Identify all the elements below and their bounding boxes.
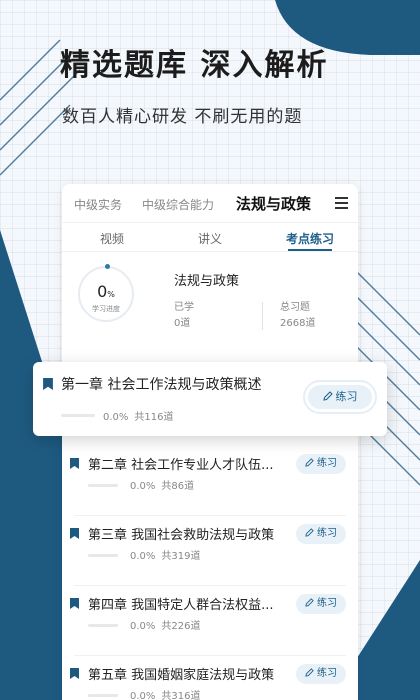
pencil-icon (305, 668, 314, 677)
chapter-meta: 0.0% 共319道 (130, 551, 201, 562)
progress-ring-dot (105, 264, 110, 269)
chapter-title: 第五章 我国婚姻家庭法规与政策 (88, 668, 275, 683)
pencil-icon (305, 528, 314, 537)
practice-button[interactable]: 练习 (296, 594, 346, 614)
practice-button[interactable]: 练习 (296, 454, 346, 474)
bookmark-icon (70, 528, 79, 539)
stats-panel: 0% 学习进度 法规与政策 已学 0道 总习题 2668道 (62, 252, 358, 340)
chapter-progress-bar (61, 414, 95, 417)
subline: 数百人精心研发 不刷无用的题 (62, 107, 303, 127)
chapter-meta: 0.0% 共226道 (130, 621, 201, 632)
tab-comprehensive[interactable]: 中级综合能力 (142, 196, 214, 213)
progress-value: 0% (97, 282, 115, 301)
subtab-video[interactable]: 视频 (100, 230, 124, 247)
bookmark-icon (70, 668, 79, 679)
list-item[interactable]: 第三章 我国社会救助法规与政策 0.0% 共319道 练习 (62, 516, 358, 586)
practice-button-ring: 练习 (303, 380, 377, 414)
bookmark-icon (70, 598, 79, 609)
highlighted-chapter[interactable]: 第一章 社会工作法规与政策概述 0.0% 共116道 练习 (33, 362, 387, 436)
course-tabs: 中级实务 中级综合能力 法规与政策 (62, 184, 358, 222)
pencil-icon (322, 391, 333, 401)
chapter-progress-bar (88, 484, 118, 487)
chapter-title: 第一章 社会工作法规与政策概述 (61, 377, 262, 393)
tab-practice[interactable]: 中级实务 (74, 196, 122, 213)
tab-laws-policies[interactable]: 法规与政策 (236, 193, 311, 214)
chapter-meta: 0.0% 共116道 (103, 412, 174, 423)
chapter-title: 第三章 我国社会救助法规与政策 (88, 528, 275, 543)
progress-ring: 0% 学习进度 (78, 264, 134, 322)
active-tab-indicator (288, 249, 332, 251)
chapter-title: 第四章 我国特定人群合法权益... (88, 598, 274, 613)
chapter-title: 第二章 社会工作专业人才队伍... (88, 458, 274, 473)
chapter-meta: 0.0% 共316道 (130, 691, 201, 700)
bookmark-icon (43, 378, 53, 390)
bookmark-icon (70, 458, 79, 469)
chapter-meta: 0.0% 共86道 (130, 481, 195, 492)
pencil-icon (305, 598, 314, 607)
practice-button[interactable]: 练习 (308, 385, 372, 409)
subject-title: 法规与政策 (174, 274, 240, 289)
subtabs: 视频 讲义 考点练习 (62, 222, 358, 252)
headline: 精选题库 深入解析 (60, 48, 329, 83)
list-item[interactable]: 第四章 我国特定人群合法权益... 0.0% 共226道 练习 (62, 586, 358, 656)
progress-label: 学习进度 (92, 305, 120, 313)
subtab-notes[interactable]: 讲义 (198, 230, 222, 247)
chapter-progress-bar (88, 554, 118, 557)
list-item[interactable]: 第五章 我国婚姻家庭法规与政策 0.0% 共316道 练习 (62, 656, 358, 700)
pencil-icon (305, 458, 314, 467)
subtab-exercise[interactable]: 考点练习 (286, 230, 334, 247)
chapter-progress-bar (88, 694, 118, 697)
total-stat: 总习题 2668道 (280, 302, 316, 329)
chapter-progress-bar (88, 624, 118, 627)
stat-divider (262, 302, 263, 330)
practice-button[interactable]: 练习 (296, 664, 346, 684)
practice-button[interactable]: 练习 (296, 524, 346, 544)
list-item[interactable]: 第二章 社会工作专业人才队伍... 0.0% 共86道 练习 (62, 446, 358, 516)
learned-stat: 已学 0道 (174, 302, 194, 329)
menu-icon[interactable] (335, 197, 348, 209)
